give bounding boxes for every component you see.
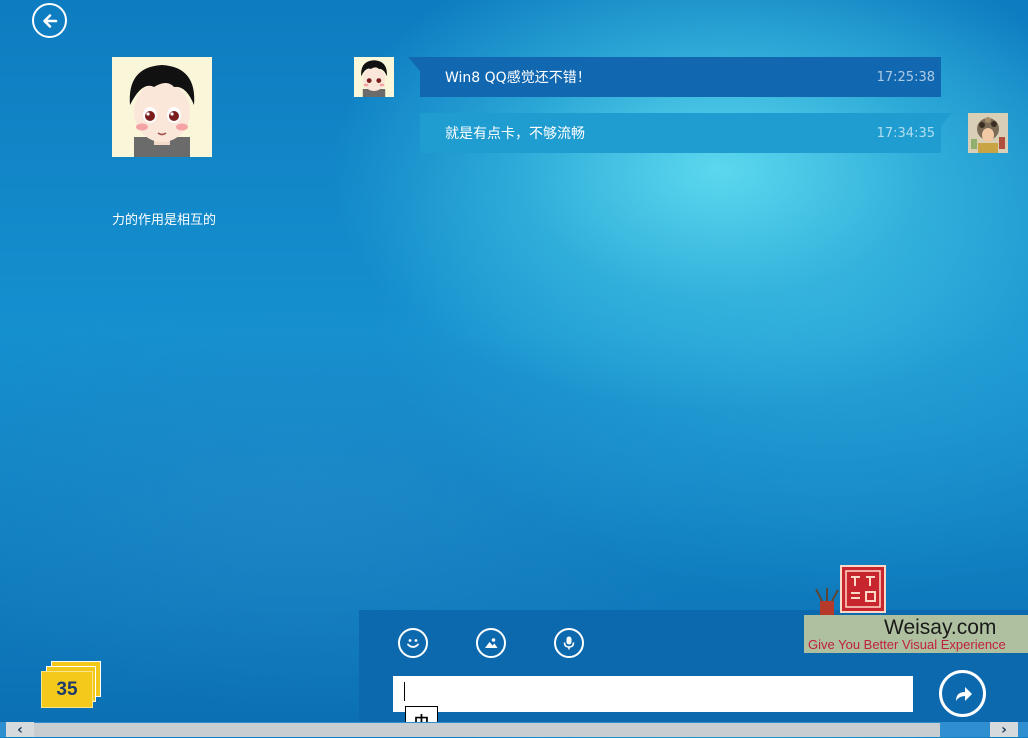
cartoon-boy-avatar [354, 57, 394, 97]
scroll-right-button[interactable]: › [990, 721, 1018, 738]
message-text: 就是有点卡，不够流畅 [445, 126, 585, 142]
back-arrow-icon [42, 13, 57, 28]
incoming-message-avatar[interactable] [354, 57, 394, 97]
smiley-icon [407, 639, 419, 648]
self-avatar [968, 113, 1008, 153]
message-time: 17:25:38 [876, 69, 935, 85]
message-time: 17:34:35 [876, 125, 935, 141]
scrollbar-thumb[interactable] [34, 723, 940, 737]
message-input[interactable] [393, 676, 913, 712]
scroll-left-button[interactable]: ‹ [6, 721, 34, 738]
incoming-bubble-tail [408, 57, 420, 71]
emoji-button[interactable] [398, 628, 428, 658]
image-button[interactable] [476, 628, 506, 658]
voice-button[interactable] [554, 628, 584, 658]
chevron-right-icon: › [1001, 721, 1007, 738]
contact-signature: 力的作用是相互的 [112, 213, 217, 228]
back-button[interactable] [32, 3, 67, 38]
message-text: Win8 QQ感觉还不错！ [445, 70, 591, 86]
outgoing-message-bubble[interactable]: 就是有点卡，不够流畅 17:34:35 [420, 113, 941, 153]
contact-avatar [112, 57, 212, 157]
watermark-tagline: Give You Better Visual Experience [808, 637, 1006, 652]
watermark-brushes-logo [812, 587, 842, 617]
chevron-left-icon: ‹ [17, 721, 23, 738]
send-arrow-icon [955, 686, 972, 701]
outgoing-message-avatar[interactable] [968, 113, 1008, 153]
cartoon-boy-avatar [112, 57, 212, 157]
watermark-seal-logo [840, 565, 886, 613]
unread-count-badge[interactable]: 35 [41, 671, 93, 708]
picture-icon [485, 638, 498, 648]
send-button[interactable] [939, 670, 986, 717]
incoming-message-bubble[interactable]: Win8 QQ感觉还不错！ 17:25:38 [420, 57, 941, 97]
text-caret [404, 682, 405, 701]
watermark: Weisay.com Give You Better Visual Experi… [804, 565, 1028, 655]
microphone-icon [563, 636, 575, 650]
outgoing-bubble-tail [940, 113, 952, 127]
